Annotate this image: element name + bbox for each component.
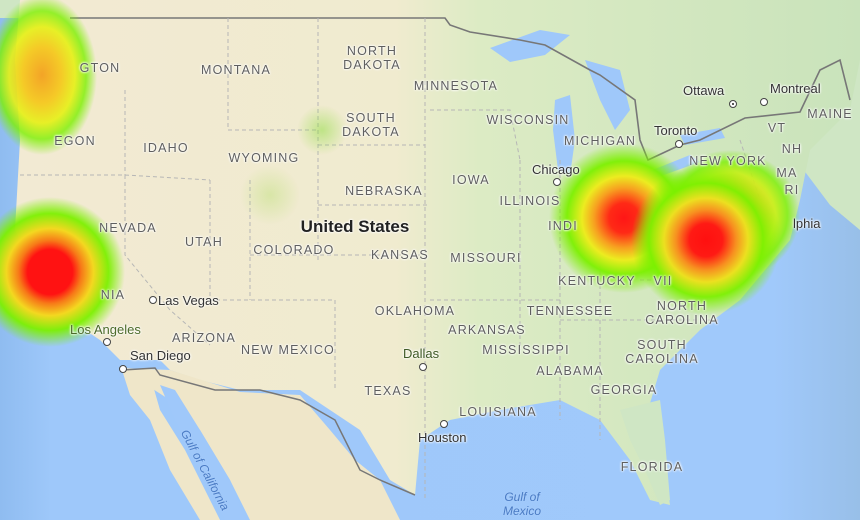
state-label-vermont: VT [767,121,787,135]
state-label-mississippi: MISSISSIPPI [482,343,570,357]
state-label-florida: FLORIDA [620,460,684,474]
state-label-montana: MONTANA [201,63,271,77]
city-marker-montreal[interactable] [760,98,768,106]
city-label-san-diego[interactable]: San Diego [130,349,191,363]
state-label-south-carolina: SOUTH CAROLINA [625,338,699,366]
state-label-nevada: NEVADA [99,221,157,235]
state-label-virginia: VII [653,274,673,288]
state-label-massachusetts: MA [776,166,798,180]
state-label-kentucky: KENTUCKY [558,274,636,288]
outage-heatmap[interactable]: GTON EGON NIA NEVADA IDAHO MONTANA WYOMI… [0,0,860,520]
city-label-houston[interactable]: Houston [418,431,466,445]
state-label-indiana: INDI [548,219,578,233]
city-marker-toronto[interactable] [675,140,683,148]
state-label-wisconsin: WISCONSIN [486,113,570,127]
city-label-los-angeles[interactable]: Los Angeles [70,323,141,337]
state-label-new-hampshire: NH [781,142,803,156]
city-marker-ottawa[interactable] [729,100,737,108]
state-label-rhode-island: RI [784,183,800,197]
state-label-alabama: ALABAMA [536,364,604,378]
city-label-toronto[interactable]: Toronto [654,124,697,138]
state-label-colorado: COLORADO [253,243,335,257]
state-label-oregon: EGON [54,134,96,148]
city-label-las-vegas[interactable]: Las Vegas [158,294,219,308]
city-label-ottawa[interactable]: Ottawa [683,84,724,98]
city-marker-dallas[interactable] [419,363,427,371]
state-label-iowa: IOWA [452,173,490,187]
state-label-south-dakota: SOUTH DAKOTA [342,111,400,139]
state-label-north-dakota: NORTH DAKOTA [343,44,401,72]
state-label-washington: GTON [79,61,121,75]
city-label-montreal[interactable]: Montreal [770,82,821,96]
state-label-oklahoma: OKLAHOMA [374,304,456,318]
country-label-united-states: United States [300,217,410,236]
state-label-new-york: NEW YORK [689,154,767,168]
state-label-maine: MAINE [807,107,853,121]
state-label-arizona: ARIZONA [172,331,236,345]
state-label-louisiana: LOUISIANA [459,405,537,419]
city-label-dallas[interactable]: Dallas [403,347,439,361]
city-marker-chicago[interactable] [553,178,561,186]
state-label-illinois: ILLINOIS [499,194,561,208]
state-label-north-carolina: NORTH CAROLINA [645,299,719,327]
city-label-philadelphia[interactable]: lphia [793,217,820,231]
city-marker-houston[interactable] [440,420,448,428]
city-label-chicago[interactable]: Chicago [532,163,580,177]
state-label-michigan: MICHIGAN [563,134,637,148]
state-label-nebraska: NEBRASKA [345,184,423,198]
state-label-georgia: GEORGIA [590,383,658,397]
state-label-california: NIA [100,288,126,302]
state-label-idaho: IDAHO [143,141,189,155]
city-marker-las-vegas[interactable] [149,296,157,304]
city-marker-los-angeles[interactable] [103,338,111,346]
state-label-utah: UTAH [185,235,223,249]
state-label-kansas: KANSAS [371,248,429,262]
state-label-wyoming: WYOMING [228,151,300,165]
state-label-tennessee: TENNESSEE [526,304,614,318]
state-label-arkansas: ARKANSAS [448,323,526,337]
state-label-missouri: MISSOURI [450,251,522,265]
state-label-texas: TEXAS [364,384,412,398]
city-marker-san-diego[interactable] [119,365,127,373]
water-label-gulf-of-mexico: Gulf of Mexico [502,490,542,518]
state-label-minnesota: MINNESOTA [413,79,499,93]
state-label-new-mexico: NEW MEXICO [241,343,335,357]
